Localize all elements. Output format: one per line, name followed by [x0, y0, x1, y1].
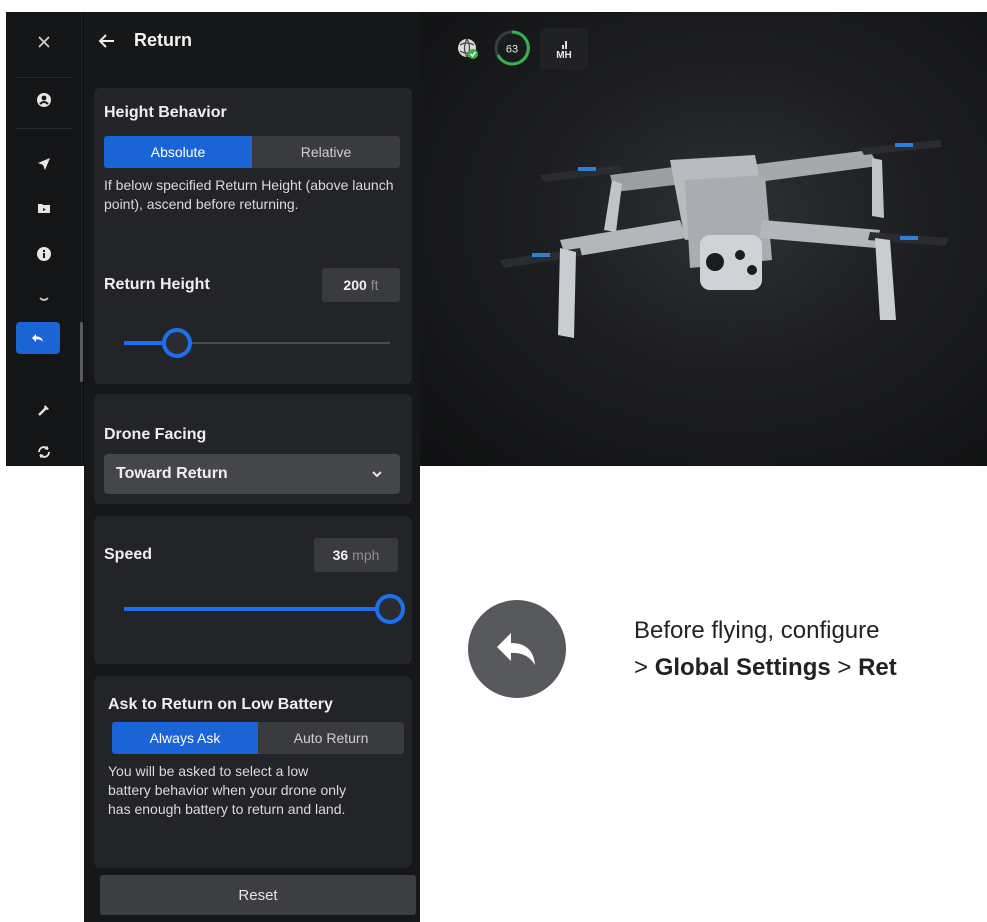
hint-line-2: > Global Settings > Ret	[634, 649, 987, 686]
sync-button[interactable]	[6, 432, 82, 472]
account-icon	[37, 93, 51, 107]
return-nav-button[interactable]	[16, 322, 60, 354]
height-behavior-title: Height Behavior	[104, 104, 227, 121]
hint-line-1: Before flying, configure	[634, 617, 880, 644]
return-height-field[interactable]: 200 ft	[322, 268, 400, 302]
media-button[interactable]	[6, 188, 82, 228]
collapse-button[interactable]	[6, 280, 82, 320]
low-battery-description: You will be asked to select a low batter…	[108, 763, 347, 817]
navigation-button[interactable]	[6, 144, 82, 184]
media-folder-icon	[38, 204, 50, 213]
tools-button[interactable]	[6, 390, 82, 430]
drone-facing-value: Toward Return	[116, 465, 228, 482]
return-height-label: Return Height	[104, 276, 210, 293]
return-icon	[32, 334, 43, 342]
relative-option[interactable]: Relative	[252, 136, 400, 168]
hint-separator: >	[634, 654, 649, 681]
return-height-value: 200	[343, 277, 367, 293]
tools-icon	[38, 405, 49, 416]
speed-card: Speed 36 mph	[94, 516, 412, 664]
navigation-arrow-icon	[38, 158, 50, 170]
account-button[interactable]	[6, 80, 82, 120]
height-behavior-description: If below specified Return Height (above …	[104, 177, 394, 212]
return-arrow-icon	[497, 633, 535, 665]
arrow-left-icon	[98, 34, 114, 48]
battery-value: 63	[506, 44, 518, 56]
speed-label: Speed	[104, 546, 153, 563]
height-card: Height Behavior Absolute Relative If bel…	[94, 88, 412, 384]
rail-scrollbar[interactable]	[80, 322, 83, 382]
info-button[interactable]	[6, 234, 82, 274]
speed-slider[interactable]	[124, 594, 405, 624]
height-behavior-toggle: Absolute Relative	[104, 136, 400, 168]
return-height-slider[interactable]	[124, 328, 390, 358]
close-button[interactable]	[6, 22, 82, 62]
low-battery-title: Ask to Return on Low Battery	[108, 696, 333, 713]
speed-value: 36	[332, 547, 349, 563]
signal-label: MH	[556, 49, 572, 61]
drone-facing-title: Drone Facing	[104, 426, 207, 443]
hint-global-settings: Global Settings	[654, 654, 831, 681]
speed-field[interactable]: 36 mph	[314, 538, 398, 572]
slider-fill	[124, 607, 390, 611]
return-height-unit: ft	[370, 277, 379, 293]
signal-status[interactable]: MH	[540, 28, 588, 70]
slider-thumb[interactable]	[375, 594, 405, 624]
chevron-icon	[39, 297, 49, 301]
battery-ring-icon: 63	[494, 30, 530, 66]
always-ask-option[interactable]: Always Ask	[112, 722, 258, 754]
chevron-down-icon	[372, 471, 382, 478]
hint-text: Before flying, configure > Global Settin…	[634, 612, 987, 686]
drone-facing-dropdown[interactable]: Toward Return	[104, 454, 400, 494]
battery-status[interactable]: 63	[490, 26, 534, 70]
side-rail	[6, 12, 82, 466]
slider-thumb[interactable]	[162, 328, 193, 358]
low-battery-toggle: Always Ask Auto Return	[112, 722, 404, 754]
auto-return-option[interactable]: Auto Return	[258, 722, 404, 754]
drone-image	[500, 140, 948, 338]
reset-button[interactable]: Reset	[100, 875, 416, 915]
gps-status[interactable]	[450, 26, 484, 70]
speed-unit: mph	[352, 547, 380, 563]
return-settings-panel: Return Height Behavior Absolute Relative…	[84, 12, 420, 922]
sync-icon	[38, 446, 50, 458]
hint-separator: >	[837, 654, 852, 681]
drone-facing-card: Drone Facing Toward Return	[94, 394, 412, 504]
absolute-option[interactable]: Absolute	[104, 136, 252, 168]
signal-bars-icon	[562, 40, 567, 49]
info-icon	[37, 247, 51, 261]
hint-return: Ret	[858, 654, 897, 681]
globe-check-icon	[458, 38, 478, 59]
low-battery-card: Ask to Return on Low Battery Always Ask …	[94, 676, 412, 868]
close-icon	[38, 36, 50, 48]
back-button[interactable]	[92, 26, 122, 56]
panel-title: Return	[134, 30, 192, 50]
return-hint-icon	[468, 600, 566, 698]
